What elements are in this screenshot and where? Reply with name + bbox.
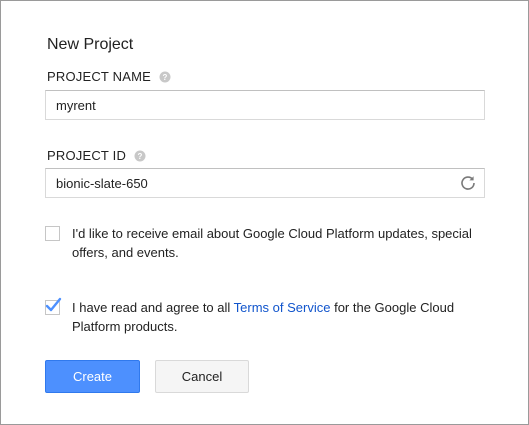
terms-checkbox[interactable]	[45, 297, 62, 315]
svg-text:?: ?	[138, 152, 143, 161]
checkmark-icon	[45, 297, 62, 312]
project-name-label-row: PROJECT NAME ?	[47, 69, 171, 84]
help-circle-icon[interactable]: ?	[159, 71, 171, 83]
help-circle-icon[interactable]: ?	[134, 150, 146, 162]
project-name-label: PROJECT NAME	[47, 69, 152, 84]
email-opt-in-checkbox[interactable]	[45, 226, 60, 241]
project-id-label: PROJECT ID	[47, 148, 127, 163]
project-id-input[interactable]	[45, 168, 485, 198]
terms-text-before: I have read and agree to all	[72, 300, 234, 315]
new-project-dialog: New Project PROJECT NAME ? PROJECT ID ?	[0, 0, 529, 425]
email-opt-in-text: I'd like to receive email about Google C…	[72, 226, 472, 260]
project-name-input[interactable]	[45, 90, 485, 120]
cancel-button[interactable]: Cancel	[155, 360, 249, 393]
refresh-icon[interactable]	[460, 175, 476, 191]
create-button[interactable]: Create	[45, 360, 140, 393]
project-id-label-row: PROJECT ID ?	[47, 148, 146, 163]
email-opt-in-row: I'd like to receive email about Google C…	[45, 224, 485, 262]
terms-text: I have read and agree to all Terms of Se…	[72, 298, 485, 336]
terms-of-service-link[interactable]: Terms of Service	[234, 300, 331, 315]
dialog-title: New Project	[47, 36, 134, 53]
terms-row: I have read and agree to all Terms of Se…	[45, 297, 485, 336]
svg-text:?: ?	[162, 73, 167, 82]
